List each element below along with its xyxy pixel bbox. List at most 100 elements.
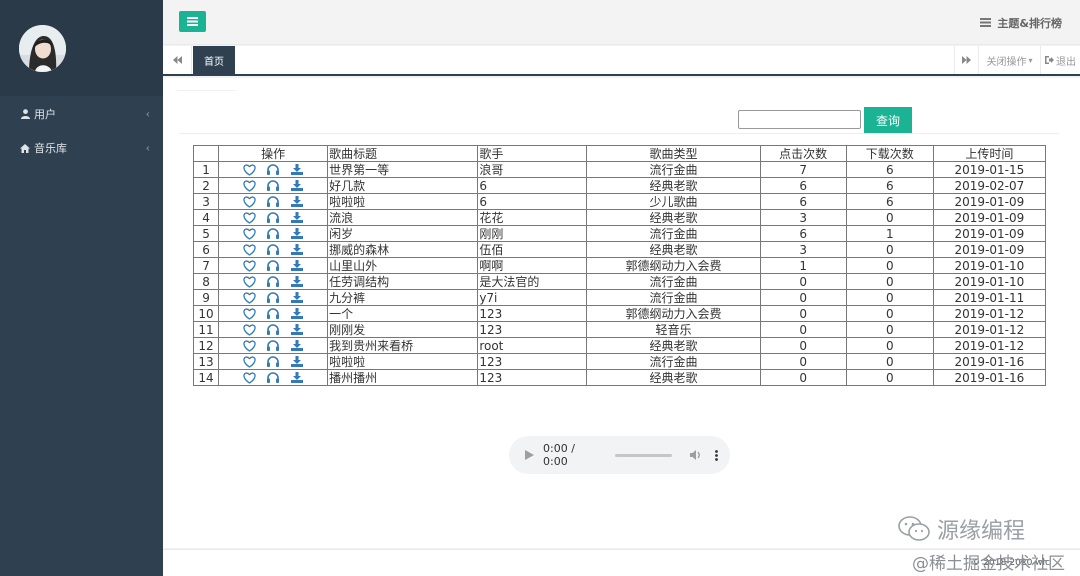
listen-headphones-icon[interactable] xyxy=(267,228,280,240)
listen-headphones-icon[interactable] xyxy=(267,340,280,352)
col-header-title: 歌曲标题 xyxy=(327,145,479,162)
sidebar-item-music-library[interactable]: 音乐库 ‹ xyxy=(0,131,163,165)
download-icon[interactable] xyxy=(291,164,304,176)
close-operations-dropdown[interactable]: 关闭操作 ▾ xyxy=(978,46,1040,74)
tabs-bar: 首页 关闭操作 ▾ 退出 xyxy=(163,46,1080,76)
cell-operations xyxy=(218,305,329,322)
cell-clicks: 0 xyxy=(759,305,847,322)
cell-operations xyxy=(218,177,329,194)
listen-headphones-icon[interactable] xyxy=(267,292,280,304)
cell-downloads: 6 xyxy=(845,161,934,178)
cell-type: 流行金曲 xyxy=(586,225,761,242)
play-icon[interactable] xyxy=(525,450,534,460)
tab-scroll-left-button[interactable] xyxy=(163,46,192,74)
listen-headphones-icon[interactable] xyxy=(267,244,280,256)
sidebar-item-label: 用户 xyxy=(34,108,56,121)
top-navbar: 主题&排行榜 xyxy=(163,0,1080,45)
listen-headphones-icon[interactable] xyxy=(267,356,280,368)
logout-button[interactable]: 退出 xyxy=(1040,46,1080,74)
cell-upload-time: 2019-01-12 xyxy=(932,305,1047,322)
cell-downloads: 0 xyxy=(845,305,934,322)
cell-index: 14 xyxy=(192,369,220,386)
audio-player[interactable]: 0:00 / 0:00 xyxy=(509,436,730,474)
download-icon[interactable] xyxy=(291,340,304,352)
table-row: 6 挪威的森林 伍佰 经典老歌 3 0 2019-01-09 xyxy=(192,241,1047,258)
cell-title: 挪威的森林 xyxy=(327,241,479,258)
listen-headphones-icon[interactable] xyxy=(267,164,280,176)
favorite-heart-icon[interactable] xyxy=(242,195,256,208)
cell-singer: 啊啊 xyxy=(477,257,588,274)
listen-headphones-icon[interactable] xyxy=(267,180,280,192)
listen-headphones-icon[interactable] xyxy=(267,276,280,288)
favorite-heart-icon[interactable] xyxy=(242,307,256,320)
tab-home[interactable]: 首页 xyxy=(193,46,235,74)
download-icon[interactable] xyxy=(291,308,304,320)
favorite-heart-icon[interactable] xyxy=(242,371,256,384)
favorite-heart-icon[interactable] xyxy=(242,259,256,272)
download-icon[interactable] xyxy=(291,212,304,224)
col-header-downloads: 下载次数 xyxy=(845,145,934,162)
favorite-heart-icon[interactable] xyxy=(242,339,256,352)
favorite-heart-icon[interactable] xyxy=(242,163,256,176)
sign-out-icon xyxy=(1045,56,1054,64)
avatar[interactable] xyxy=(19,25,66,72)
listen-headphones-icon[interactable] xyxy=(267,324,280,336)
download-icon[interactable] xyxy=(291,244,304,256)
favorite-heart-icon[interactable] xyxy=(242,323,256,336)
cell-index: 7 xyxy=(192,257,220,274)
cell-upload-time: 2019-01-10 xyxy=(932,257,1047,274)
download-icon[interactable] xyxy=(291,324,304,336)
cell-type: 流行金曲 xyxy=(586,353,761,370)
cell-type: 流行金曲 xyxy=(586,289,761,306)
download-icon[interactable] xyxy=(291,180,304,192)
search-input[interactable] xyxy=(738,110,861,129)
table-row: 3 啦啦啦 6 少儿歌曲 6 6 2019-01-09 xyxy=(192,193,1047,210)
listen-headphones-icon[interactable] xyxy=(267,308,280,320)
player-progress-bar[interactable] xyxy=(615,453,672,457)
favorite-heart-icon[interactable] xyxy=(242,179,256,192)
favorite-heart-icon[interactable] xyxy=(242,227,256,240)
listen-headphones-icon[interactable] xyxy=(267,372,280,384)
list-icon xyxy=(980,17,992,30)
sidebar-item-user[interactable]: 用户 ‹ xyxy=(0,97,163,131)
download-icon[interactable] xyxy=(291,260,304,272)
cell-singer: 6 xyxy=(477,193,588,210)
download-icon[interactable] xyxy=(291,196,304,208)
download-icon[interactable] xyxy=(291,276,304,288)
cell-title: 闲岁 xyxy=(327,225,479,242)
cell-type: 经典老歌 xyxy=(586,241,761,258)
download-icon[interactable] xyxy=(291,372,304,384)
listen-headphones-icon[interactable] xyxy=(267,260,280,272)
favorite-heart-icon[interactable] xyxy=(242,211,256,224)
favorite-heart-icon[interactable] xyxy=(242,291,256,304)
favorite-heart-icon[interactable] xyxy=(242,355,256,368)
cell-title: 世界第一等 xyxy=(327,161,479,178)
tab-scroll-right-button[interactable] xyxy=(954,46,978,74)
download-icon[interactable] xyxy=(291,228,304,240)
home-icon xyxy=(19,142,31,154)
cell-type: 轻音乐 xyxy=(586,321,761,338)
favorite-heart-icon[interactable] xyxy=(242,275,256,288)
listen-headphones-icon[interactable] xyxy=(267,212,280,224)
volume-icon[interactable] xyxy=(690,450,702,460)
menu-toggle-button[interactable] xyxy=(179,11,206,32)
cell-upload-time: 2019-01-11 xyxy=(932,289,1047,306)
cell-singer: 123 xyxy=(477,305,588,322)
table-row: 2 好几款 6 经典老歌 6 6 2019-02-07 xyxy=(192,177,1047,194)
download-icon[interactable] xyxy=(291,292,304,304)
cell-downloads: 0 xyxy=(845,273,934,290)
listen-headphones-icon[interactable] xyxy=(267,196,280,208)
cell-downloads: 0 xyxy=(845,353,934,370)
query-button[interactable]: 查询 xyxy=(864,107,912,133)
download-icon[interactable] xyxy=(291,356,304,368)
table-header-row: 操作 歌曲标题 歌手 歌曲类型 点击次数 下载次数 上传时间 xyxy=(192,145,1047,162)
theme-ranking-link[interactable]: 主题&排行榜 xyxy=(980,15,1062,31)
cell-downloads: 1 xyxy=(845,225,934,242)
favorite-heart-icon[interactable] xyxy=(242,243,256,256)
cell-index: 8 xyxy=(192,273,220,290)
divider xyxy=(179,133,1059,134)
watermark-brand-text: 源缘编程 xyxy=(937,519,1026,544)
more-options-icon[interactable] xyxy=(715,449,718,461)
cell-clicks: 0 xyxy=(759,273,847,290)
cell-singer: 是大法官的 xyxy=(477,273,588,290)
